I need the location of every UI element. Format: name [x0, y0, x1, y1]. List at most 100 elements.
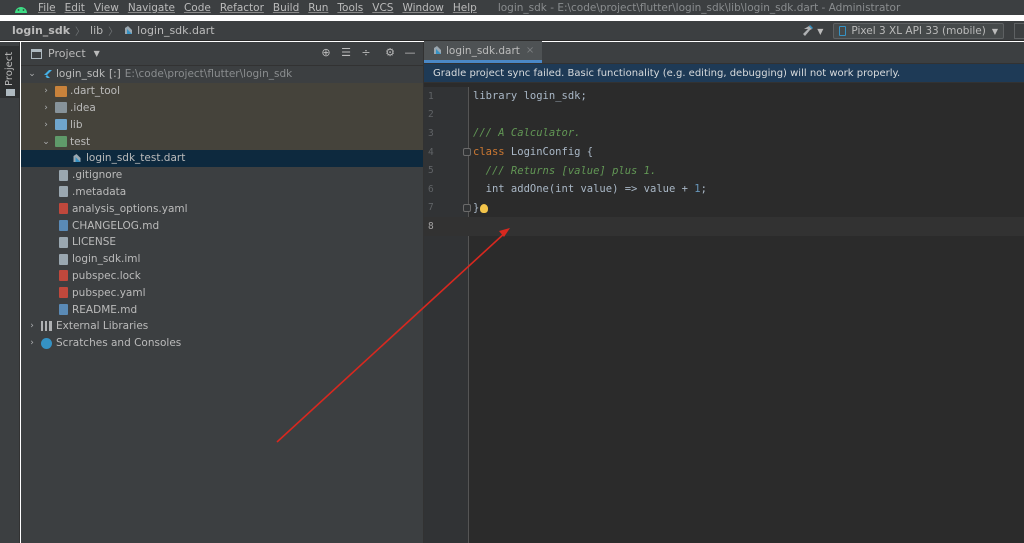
tree-item-login-sdk-test[interactable]: login_sdk_test.dart — [21, 149, 423, 167]
folder-icon — [6, 89, 15, 96]
chevron-right-icon[interactable]: › — [27, 321, 37, 331]
editor-tab-login-sdk[interactable]: login_sdk.dart × — [424, 41, 543, 63]
toolbar-overflow[interactable] — [1014, 23, 1024, 39]
menu-build[interactable]: Build — [273, 2, 299, 14]
breadcrumb-lib[interactable]: lib — [90, 24, 103, 37]
code-text: login_sdk; — [517, 90, 587, 103]
chevron-right-icon[interactable]: › — [27, 338, 37, 348]
device-selector[interactable]: Pixel 3 XL API 33 (mobile) ▼ — [833, 23, 1004, 39]
tree-item-lib[interactable]: › lib — [21, 116, 423, 134]
menu-vcs[interactable]: VCS — [372, 2, 393, 14]
line-number: 8 — [428, 220, 434, 232]
code-line-current: 8 — [424, 217, 1024, 236]
line-number: 3 — [428, 127, 434, 139]
folder-icon — [55, 119, 67, 131]
hammer-icon[interactable] — [801, 24, 815, 38]
tree-item-idea[interactable]: › .idea — [21, 99, 423, 117]
tree-item-pubspec-lock[interactable]: pubspec.lock — [21, 268, 423, 285]
markdown-file-icon — [59, 304, 68, 316]
gradle-sync-banner: Gradle project sync failed. Basic functi… — [424, 64, 1024, 83]
code-text: LoginConfig { — [504, 146, 594, 159]
tree-item-external-libraries[interactable]: › External Libraries — [21, 318, 423, 335]
close-icon[interactable]: × — [526, 45, 534, 56]
chevron-down-icon[interactable]: ⌄ — [27, 69, 37, 79]
menu-run[interactable]: Run — [308, 2, 328, 14]
tree-item-analysis-options[interactable]: analysis_options.yaml — [21, 200, 423, 217]
line-number: 7 — [428, 202, 434, 214]
menu-refactor[interactable]: Refactor — [220, 2, 264, 14]
breadcrumb-project[interactable]: login_sdk — [12, 24, 70, 37]
folder-icon — [55, 136, 67, 148]
file-icon — [59, 169, 68, 181]
project-tool-button[interactable]: Project — [0, 46, 20, 98]
chevron-right-icon[interactable]: › — [41, 103, 51, 113]
tree-item-label: LICENSE — [72, 236, 117, 249]
menu-view[interactable]: View — [94, 2, 119, 14]
tree-item-readme[interactable]: README.md — [21, 301, 423, 318]
left-tool-strip: Project — [0, 42, 20, 543]
minimize-icon[interactable]: — — [403, 46, 417, 60]
tree-item-pubspec-yaml[interactable]: pubspec.yaml — [21, 284, 423, 301]
tree-item-label: Scratches and Consoles — [56, 337, 182, 350]
fold-icon[interactable] — [463, 147, 471, 156]
gradle-sync-message: Gradle project sync failed. Basic functi… — [433, 67, 901, 79]
menu-navigate[interactable]: Navigate — [128, 2, 175, 14]
code-line: 4 class LoginConfig { — [424, 143, 1024, 162]
android-icon — [15, 6, 27, 13]
menu-code[interactable]: Code — [184, 2, 211, 14]
dart-file-icon — [125, 26, 133, 34]
chevron-down-icon[interactable]: ▼ — [94, 49, 100, 58]
tree-item-changelog[interactable]: CHANGELOG.md — [21, 217, 423, 234]
project-tree: ⌄ login_sdk [:] E:\code\project\flutter\… — [21, 66, 423, 352]
device-selector-label: Pixel 3 XL API 33 (mobile) — [851, 25, 986, 37]
navigation-bar: login_sdk 〉 lib 〉 login_sdk.dart ▼ Pixel… — [0, 21, 1024, 41]
lightbulb-icon[interactable] — [480, 203, 488, 213]
tree-item-label: CHANGELOG.md — [72, 219, 160, 232]
line-number: 4 — [428, 146, 434, 158]
menu-bar: File Edit View Navigate Code Refactor Bu… — [0, 0, 1024, 15]
target-icon[interactable]: ⊕ — [319, 46, 333, 60]
gear-icon[interactable]: ⚙ — [383, 46, 397, 60]
breadcrumb-separator: 〉 — [108, 27, 119, 38]
menu-window[interactable]: Window — [402, 2, 443, 14]
tree-item-license[interactable]: LICENSE — [21, 234, 423, 251]
editor-tab-label: login_sdk.dart — [446, 44, 520, 57]
chevron-down-icon[interactable]: ⌄ — [41, 137, 51, 147]
code-line: 3 /// A Calculator. — [424, 124, 1024, 143]
project-panel-actions: ⊕ ☰ ÷ ⚙ — — [313, 46, 417, 60]
code-line: 5 /// Returns [value] plus 1. — [424, 161, 1024, 180]
markdown-file-icon — [59, 220, 68, 232]
tree-item-test[interactable]: ⌄ test — [21, 133, 423, 150]
menu-file[interactable]: File — [38, 2, 56, 14]
menu-help[interactable]: Help — [453, 2, 477, 14]
expand-collapse-icon[interactable]: ÷ — [359, 46, 373, 60]
breadcrumb-file[interactable]: login_sdk.dart — [123, 24, 215, 37]
yaml-file-icon — [59, 287, 68, 299]
menu-tools[interactable]: Tools — [337, 2, 363, 14]
tree-item-iml[interactable]: login_sdk.iml — [21, 251, 423, 268]
fold-icon[interactable] — [463, 203, 471, 212]
flutter-module-icon — [44, 69, 52, 78]
chevron-right-icon[interactable]: › — [41, 86, 51, 96]
tree-item-scratches[interactable]: › Scratches and Consoles — [21, 335, 423, 352]
file-icon — [59, 186, 68, 198]
tree-item-label: .dart_tool — [70, 85, 121, 98]
code-text: ; — [700, 183, 707, 196]
chevron-right-icon[interactable]: › — [41, 120, 51, 130]
chevron-down-icon[interactable]: ▼ — [817, 27, 823, 36]
line-number: 6 — [428, 183, 434, 195]
tree-item-dart-tool[interactable]: › .dart_tool — [21, 82, 423, 100]
tree-item-login-sdk[interactable]: ⌄ login_sdk [:] E:\code\project\flutter\… — [21, 66, 423, 83]
file-icon — [59, 236, 68, 248]
menu-edit[interactable]: Edit — [65, 2, 85, 14]
project-view-selector[interactable]: Project — [48, 47, 86, 60]
code-editor[interactable]: 1 library login_sdk; 2 3 /// A Calculato… — [424, 87, 1024, 236]
folder-icon — [55, 102, 67, 114]
tree-item-metadata[interactable]: .metadata — [21, 184, 423, 201]
breadcrumb-separator: 〉 — [75, 27, 86, 38]
tree-item-gitignore[interactable]: .gitignore — [21, 167, 423, 184]
collapse-all-icon[interactable]: ☰ — [339, 46, 353, 60]
tree-item-label: pubspec.yaml — [72, 286, 146, 299]
tree-item-label: login_sdk — [56, 68, 106, 81]
line-number: 2 — [428, 109, 434, 121]
